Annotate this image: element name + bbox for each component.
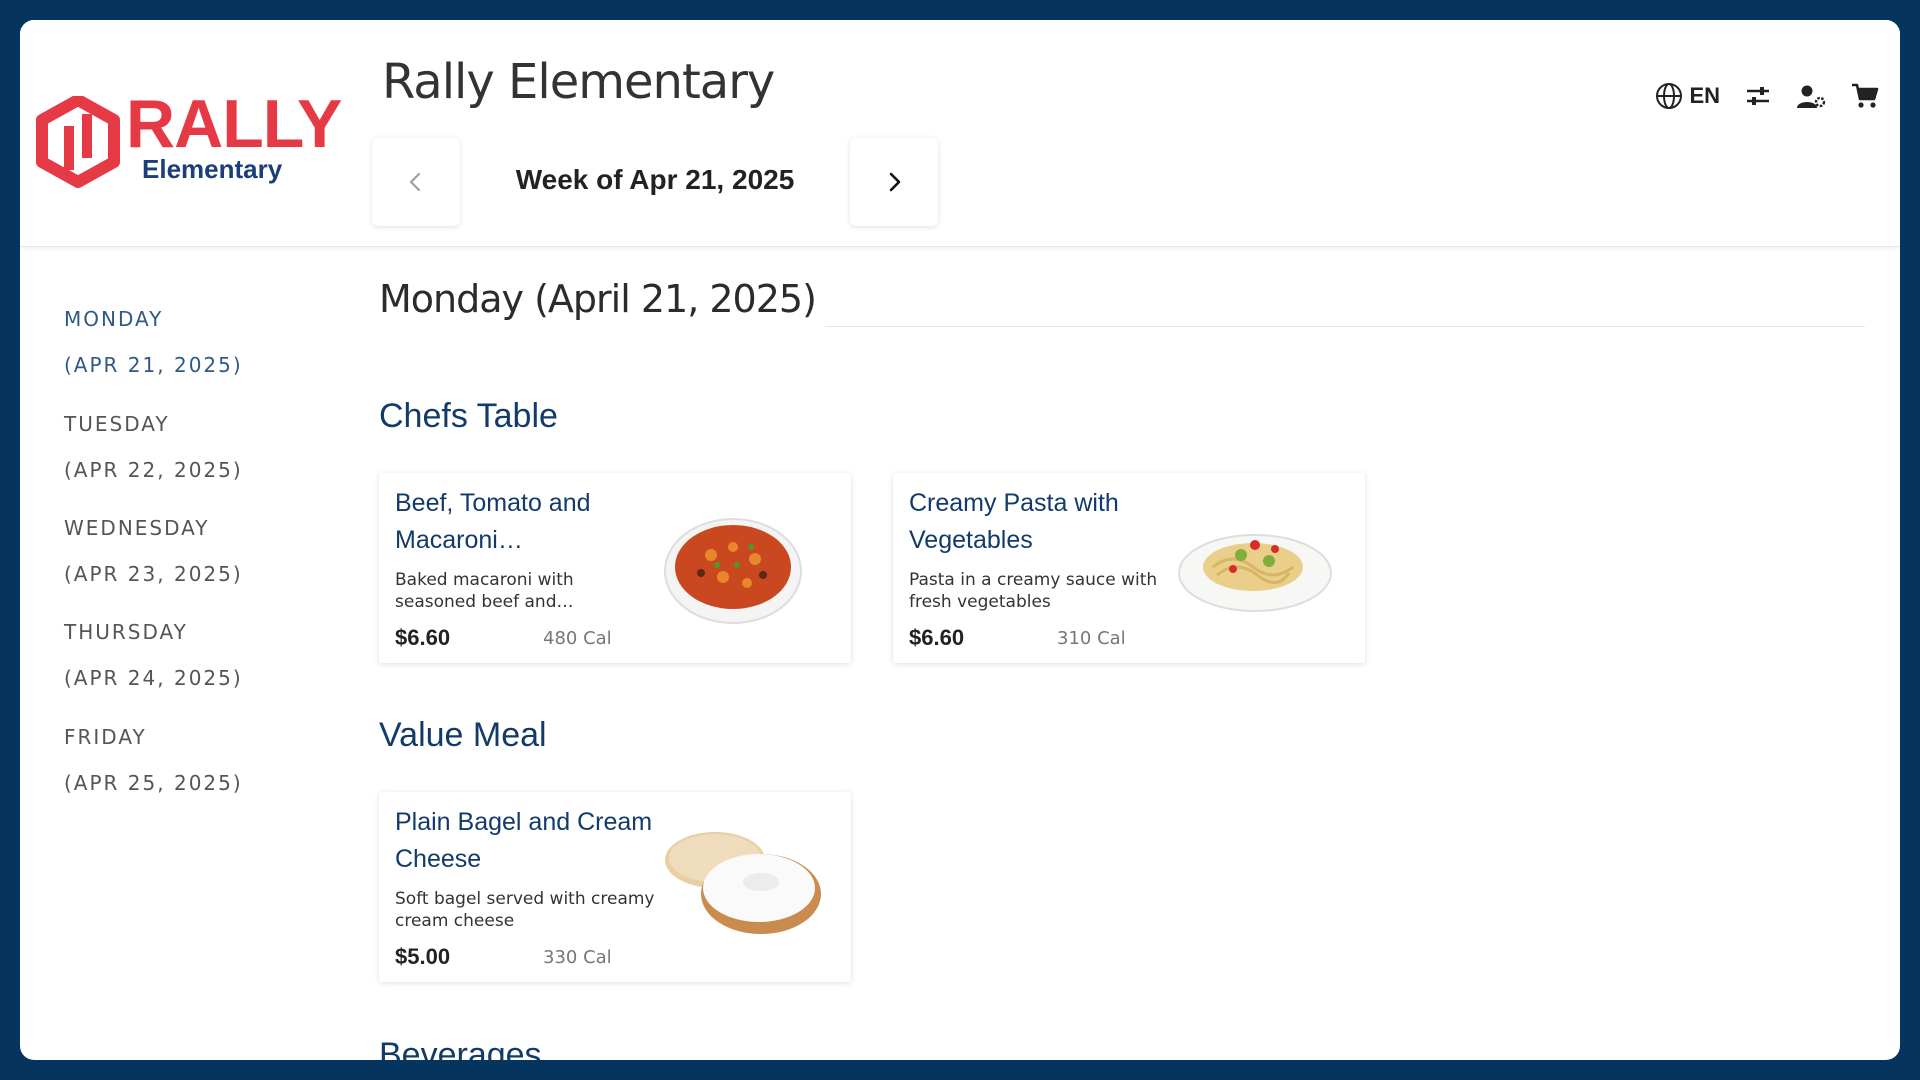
- menu-item-name[interactable]: Creamy Pasta with Vegetables: [909, 485, 1169, 559]
- filter-button[interactable]: [1744, 82, 1772, 110]
- menu-item-calories: 310 Cal: [1057, 628, 1126, 649]
- menu-item-price: $6.60: [909, 625, 965, 650]
- menu-item-description: Soft bagel served with creamy cream chee…: [395, 889, 655, 931]
- language-selector[interactable]: EN: [1655, 82, 1720, 110]
- logo-wordmark: RALLY: [126, 86, 342, 162]
- cart-icon: [1852, 83, 1879, 108]
- heading-divider: [825, 326, 1865, 327]
- macaroni-bowl-image: [664, 518, 802, 624]
- day-date: (APR 23, 2025): [64, 562, 243, 586]
- menu-item-description: Baked macaroni with seasoned beef and…: [395, 570, 574, 612]
- day-name: THURSDAY: [64, 620, 188, 644]
- pasta-plate-image: [1178, 534, 1332, 612]
- section-title-value-meal: Value Meal: [379, 716, 547, 754]
- sliders-icon: [1747, 87, 1769, 105]
- day-date: (APR 24, 2025): [64, 666, 243, 690]
- user-settings-icon: [1797, 85, 1826, 108]
- globe-icon: [1656, 83, 1683, 109]
- week-label: Week of Apr 21, 2025: [515, 164, 795, 195]
- menu-item-name[interactable]: Plain Bagel and Cream Cheese: [395, 804, 655, 878]
- rally-logo-mark-icon: [36, 96, 120, 188]
- day-date: (APR 21, 2025): [64, 353, 243, 377]
- page-title: Rally Elementary: [382, 54, 775, 110]
- account-settings-button[interactable]: [1796, 82, 1826, 110]
- menu-item-description: Pasta in a creamy sauce with fresh veget…: [909, 570, 1158, 612]
- menu-item-price: $5.00: [395, 944, 451, 969]
- bagel-cream-cheese-image: [665, 832, 821, 934]
- logo-subtitle: Elementary: [142, 154, 283, 184]
- menu-item-calories: 480 Cal: [543, 628, 612, 649]
- sidebar-day-tuesday[interactable]: TUESDAY (APR 22, 2025): [64, 412, 354, 482]
- menu-item-price: $6.60: [395, 625, 451, 650]
- menu-item-calories: 330 Cal: [543, 947, 612, 968]
- menu-item-card[interactable]: Creamy Pasta with Vegetables Pasta in a …: [893, 473, 1365, 663]
- section-title-beverages: Beverages: [379, 1036, 542, 1060]
- cart-button[interactable]: [1850, 81, 1880, 111]
- sidebar-day-friday[interactable]: FRIDAY (APR 25, 2025): [64, 725, 354, 795]
- day-heading: Monday (April 21, 2025): [379, 277, 817, 321]
- header-toolbar: EN: [1631, 76, 1880, 116]
- school-logo[interactable]: RALLY Elementary: [34, 86, 354, 196]
- app-window: RALLY Elementary Rally Elementary Week o…: [20, 20, 1900, 1060]
- chevron-left-icon: [409, 172, 421, 192]
- menu-item-name[interactable]: Beef, Tomato and Macaroni…: [395, 485, 655, 559]
- sidebar-day-thursday[interactable]: THURSDAY (APR 24, 2025): [64, 620, 354, 690]
- section-title-chefs-table: Chefs Table: [379, 397, 558, 435]
- day-date: (APR 22, 2025): [64, 458, 243, 482]
- sidebar-day-wednesday[interactable]: WEDNESDAY (APR 23, 2025): [64, 516, 354, 586]
- day-name: WEDNESDAY: [64, 516, 210, 540]
- day-name: MONDAY: [64, 307, 164, 331]
- sidebar-day-monday[interactable]: MONDAY (APR 21, 2025): [64, 307, 354, 377]
- menu-item-card[interactable]: Beef, Tomato and Macaroni… Baked macaron…: [379, 473, 851, 663]
- top-header: RALLY Elementary Rally Elementary Week o…: [20, 20, 1900, 247]
- day-name: FRIDAY: [64, 725, 147, 749]
- day-name: TUESDAY: [64, 412, 170, 436]
- chevron-right-icon: [889, 172, 901, 192]
- day-date: (APR 25, 2025): [64, 771, 243, 795]
- day-sidebar: MONDAY (APR 21, 2025) TUESDAY (APR 22, 2…: [20, 247, 360, 1060]
- next-week-button[interactable]: [850, 138, 938, 226]
- language-code: EN: [1689, 83, 1720, 108]
- previous-week-button[interactable]: [372, 138, 460, 226]
- week-navigator: Week of Apr 21, 2025: [352, 138, 942, 230]
- menu-content: Monday (April 21, 2025) Chefs Table Beef…: [379, 247, 1879, 1060]
- menu-item-card[interactable]: Plain Bagel and Cream Cheese Soft bagel …: [379, 792, 851, 982]
